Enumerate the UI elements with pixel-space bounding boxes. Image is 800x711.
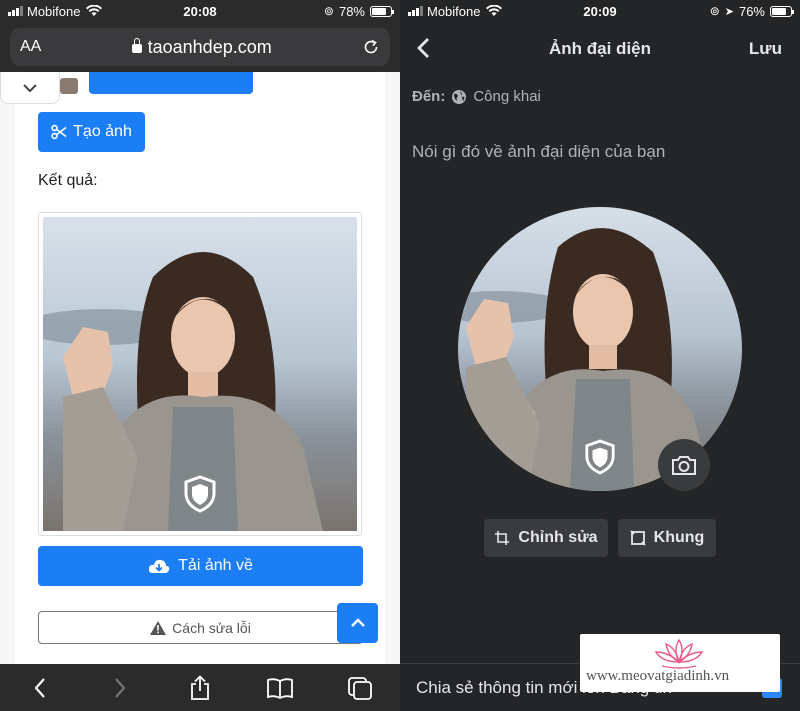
change-photo-button[interactable]: [658, 439, 710, 491]
reload-icon[interactable]: [362, 38, 380, 56]
frame-button[interactable]: Khung: [618, 519, 716, 557]
lock-icon: [131, 37, 142, 53]
battery-percent: 78%: [338, 3, 365, 19]
shield-icon: [184, 475, 216, 513]
battery-icon: [770, 5, 794, 17]
save-button[interactable]: Lưu: [749, 39, 782, 59]
url-host: taoanhdep.com: [147, 36, 272, 57]
address-bar[interactable]: AA taoanhdep.com: [10, 28, 390, 66]
signal-icon: [8, 6, 23, 16]
bookmarks-icon: [267, 677, 293, 699]
avatar-thumbnail: [60, 78, 78, 94]
carrier-name: Mobifone: [427, 3, 481, 19]
collapse-toggle[interactable]: [0, 72, 60, 104]
create-image-label: Tạo ảnh: [73, 123, 132, 140]
audience-selector[interactable]: Đến: Công khai: [412, 88, 541, 105]
watermark: www.meovatgiadinh.vn: [580, 634, 780, 692]
scroll-top-button[interactable]: [337, 603, 378, 643]
orientation-lock-icon: ⊚: [709, 4, 720, 18]
create-image-button[interactable]: Tạo ảnh: [38, 112, 145, 152]
frame-label: Khung: [653, 529, 705, 546]
chevron-down-icon: [23, 83, 37, 92]
signal-icon: [408, 6, 423, 16]
wifi-icon: [486, 5, 503, 16]
battery-percent: 76%: [738, 3, 765, 19]
caption-input[interactable]: Nói gì đó về ảnh đại diện của bạn: [412, 142, 665, 162]
download-button[interactable]: Tải ảnh về: [38, 546, 363, 586]
address-bar-area: AA taoanhdep.com: [0, 22, 400, 72]
cloud-download-icon: [148, 559, 170, 573]
edit-label: Chỉnh sửa: [518, 529, 598, 546]
fix-guide-label: Cách sửa lỗi: [172, 619, 251, 636]
camera-icon: [672, 456, 696, 475]
globe-icon: [452, 89, 467, 104]
share-button[interactable]: [180, 668, 220, 708]
audience-value: Công khai: [473, 88, 541, 105]
carrier-name: Mobifone: [27, 3, 81, 19]
audience-label: Đến:: [412, 88, 446, 105]
share-icon: [191, 674, 209, 700]
result-label: Kết quả:: [38, 172, 98, 189]
frame-icon: [630, 530, 646, 546]
result-photo: [43, 217, 357, 531]
page-title: Ảnh đại diện: [549, 39, 651, 58]
tabs-icon: [348, 676, 372, 700]
shield-icon: [585, 439, 615, 475]
previous-button-partial[interactable]: [89, 72, 253, 94]
fb-header: Ảnh đại diện Lưu: [400, 22, 800, 74]
scissors-icon: [51, 124, 67, 140]
safari-toolbar: [0, 664, 400, 711]
chevron-up-icon: [350, 618, 365, 627]
battery-icon: [370, 5, 394, 17]
warning-icon: [150, 620, 167, 635]
forward-button[interactable]: [100, 668, 140, 708]
text-size-button[interactable]: AA: [20, 38, 41, 56]
edit-button[interactable]: Chỉnh sửa: [484, 519, 608, 557]
wifi-icon: [86, 5, 103, 16]
tabs-button[interactable]: [340, 668, 380, 708]
facebook-screen: Mobifone 20:09 ⊚ ➤ 76% Ảnh đại diện Lưu …: [400, 0, 800, 711]
back-button[interactable]: [20, 668, 60, 708]
status-bar: Mobifone 20:09 ⊚ ➤ 76%: [400, 0, 800, 22]
fix-guide-button[interactable]: Cách sửa lỗi: [38, 611, 363, 644]
status-bar: Mobifone 20:08 ⊚ 78%: [0, 0, 400, 22]
back-icon: [34, 677, 45, 698]
orientation-lock-icon: ⊚: [323, 4, 334, 18]
forward-icon: [115, 677, 126, 698]
bookmarks-button[interactable]: [260, 668, 300, 708]
download-label: Tải ảnh về: [178, 557, 253, 574]
crop-icon: [495, 531, 510, 545]
watermark-text: www.meovatgiadinh.vn: [586, 668, 730, 684]
location-icon: ➤: [724, 5, 734, 18]
result-image-frame: [38, 212, 362, 536]
safari-screen: Mobifone 20:08 ⊚ 78% AA taoanhdep.com Tạ…: [0, 0, 400, 711]
lotus-logo: [654, 638, 704, 669]
